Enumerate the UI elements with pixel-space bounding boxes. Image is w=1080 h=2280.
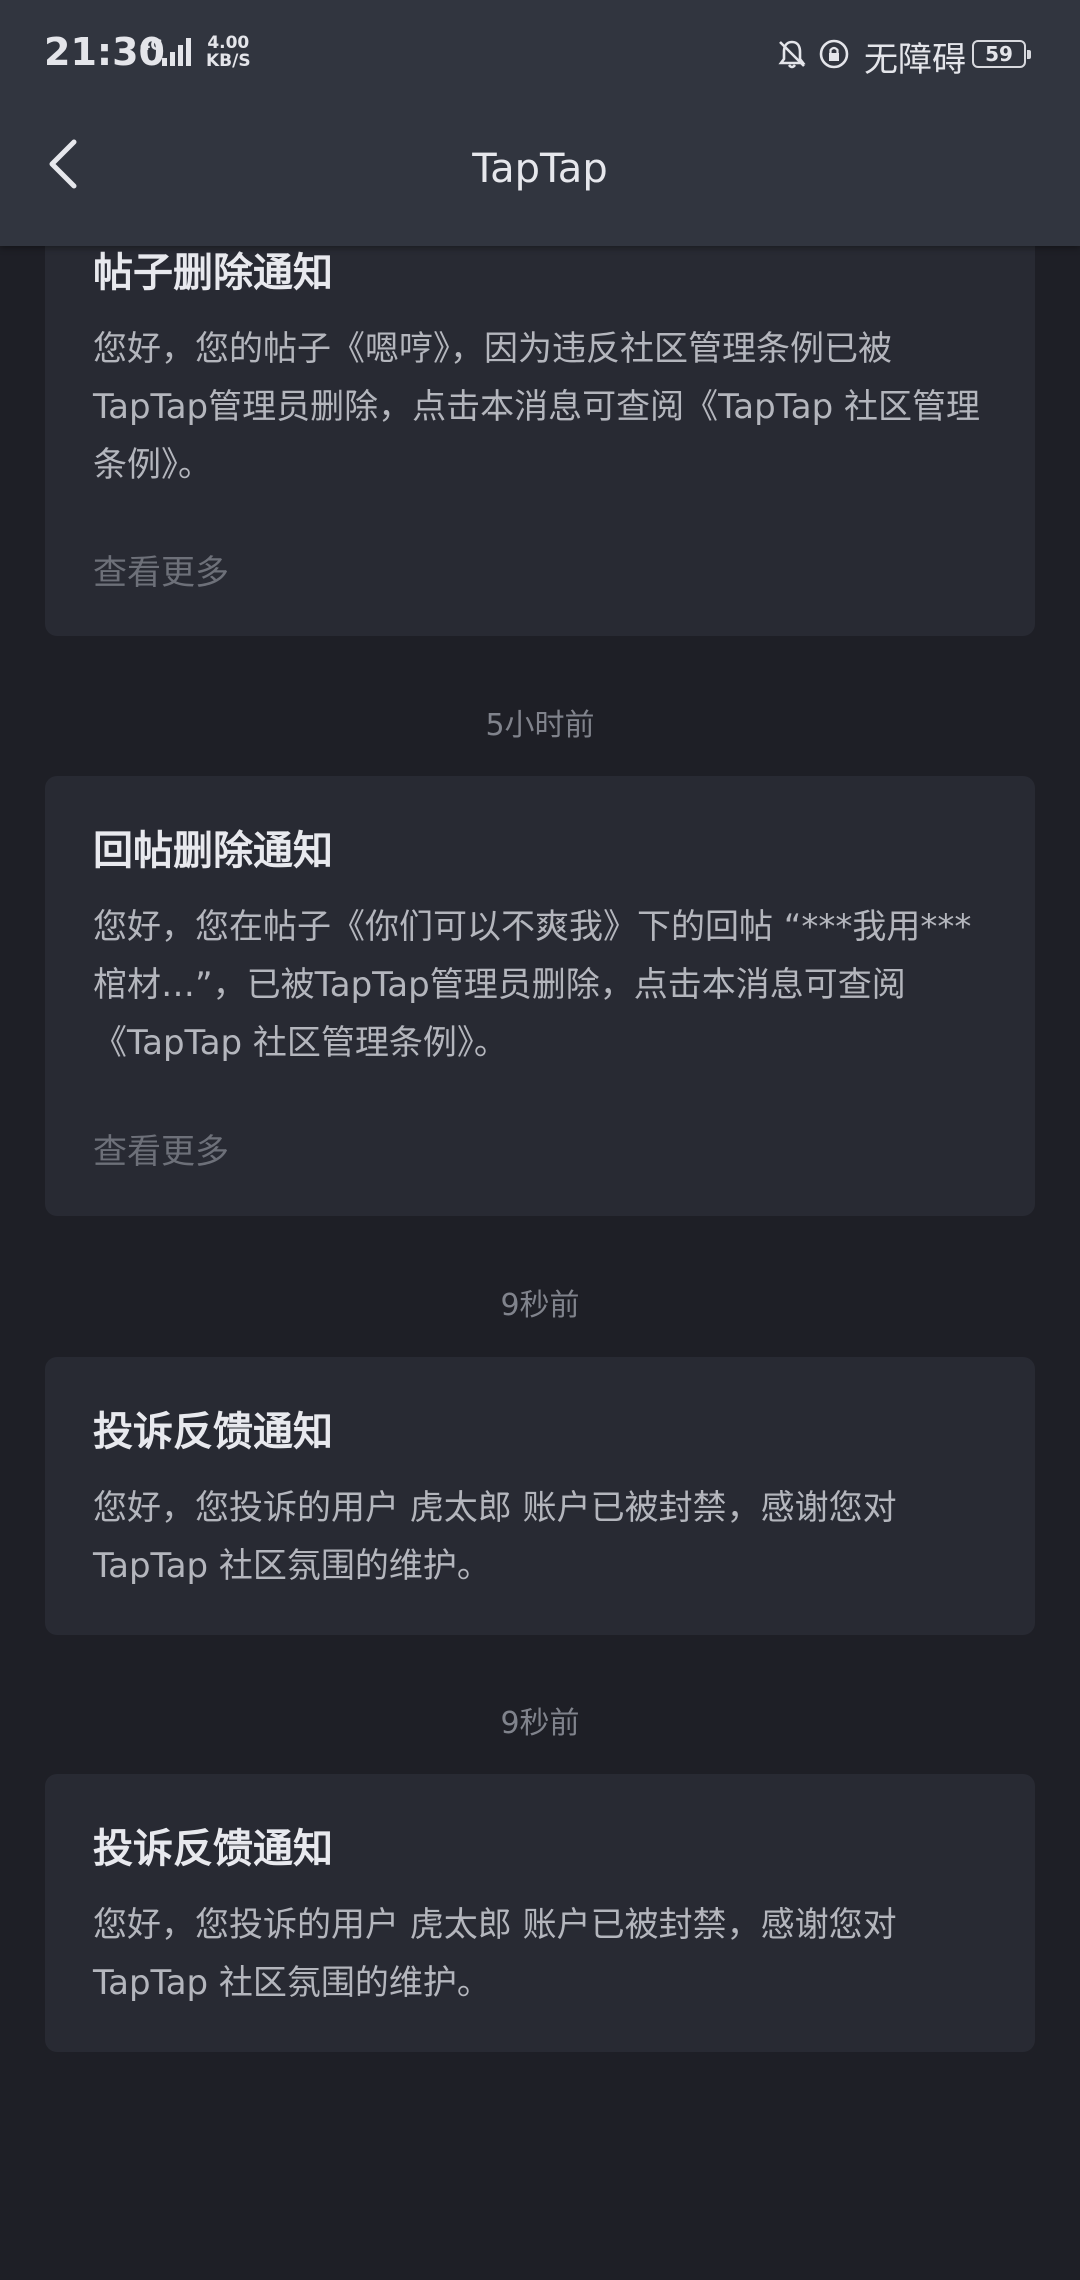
- page-title: TapTap: [472, 146, 608, 192]
- notification-body: 您好，您投诉的用户 虎太郎 账户已被封禁，感谢您对 TapTap 社区氛围的维护…: [93, 1488, 897, 1586]
- timestamp: 5小时前: [485, 708, 595, 743]
- accessibility-label: 无障碍: [864, 40, 966, 80]
- rotation-lock-icon: [819, 39, 849, 69]
- notification-title: 回帖删除通知: [93, 828, 333, 874]
- notification-body: 您好，您在帖子《你们可以不爽我》下的回帖 “***我用***棺材…”，已被Tap…: [93, 907, 972, 1063]
- timestamp: 9秒前: [500, 1288, 580, 1323]
- signal-icon: [162, 38, 191, 66]
- status-bar: 21:30 4G 4.00 KB/S 无障碍 59: [0, 0, 1080, 110]
- view-more-link[interactable]: 查看更多: [93, 1124, 229, 1173]
- battery-icon: 59: [972, 40, 1031, 68]
- notification-body: 您好，您投诉的用户 虎太郎 账户已被封禁，感谢您对 TapTap 社区氛围的维护…: [93, 1905, 897, 2003]
- network-speed: 4.00 KB/S: [206, 34, 251, 70]
- notification-title: 帖子删除通知: [93, 250, 333, 296]
- app-header: 21:30 4G 4.00 KB/S 无障碍 59 TapTap: [0, 0, 1080, 246]
- notification-title: 投诉反馈通知: [93, 1826, 333, 1872]
- notification-card[interactable]: 投诉反馈通知 您好，您投诉的用户 虎太郎 账户已被封禁，感谢您对 TapTap …: [45, 1357, 1035, 1635]
- timestamp: 9秒前: [500, 1706, 580, 1741]
- notification-card[interactable]: 回帖删除通知 您好，您在帖子《你们可以不爽我》下的回帖 “***我用***棺材……: [45, 776, 1035, 1216]
- view-more-link[interactable]: 查看更多: [93, 545, 229, 594]
- notification-body: 您好，您的帖子《嗯哼》，因为违反社区管理条例已被TapTap管理员删除，点击本消…: [93, 329, 981, 485]
- notification-card[interactable]: 投诉反馈通知 您好，您投诉的用户 虎太郎 账户已被封禁，感谢您对 TapTap …: [45, 1774, 1035, 2052]
- notification-title: 投诉反馈通知: [93, 1409, 333, 1455]
- notification-card[interactable]: 帖子删除通知 您好，您的帖子《嗯哼》，因为违反社区管理条例已被TapTap管理员…: [45, 200, 1035, 636]
- bell-off-icon: [778, 40, 806, 69]
- speed-value: 4.00: [207, 33, 250, 53]
- speed-unit: KB/S: [206, 51, 251, 71]
